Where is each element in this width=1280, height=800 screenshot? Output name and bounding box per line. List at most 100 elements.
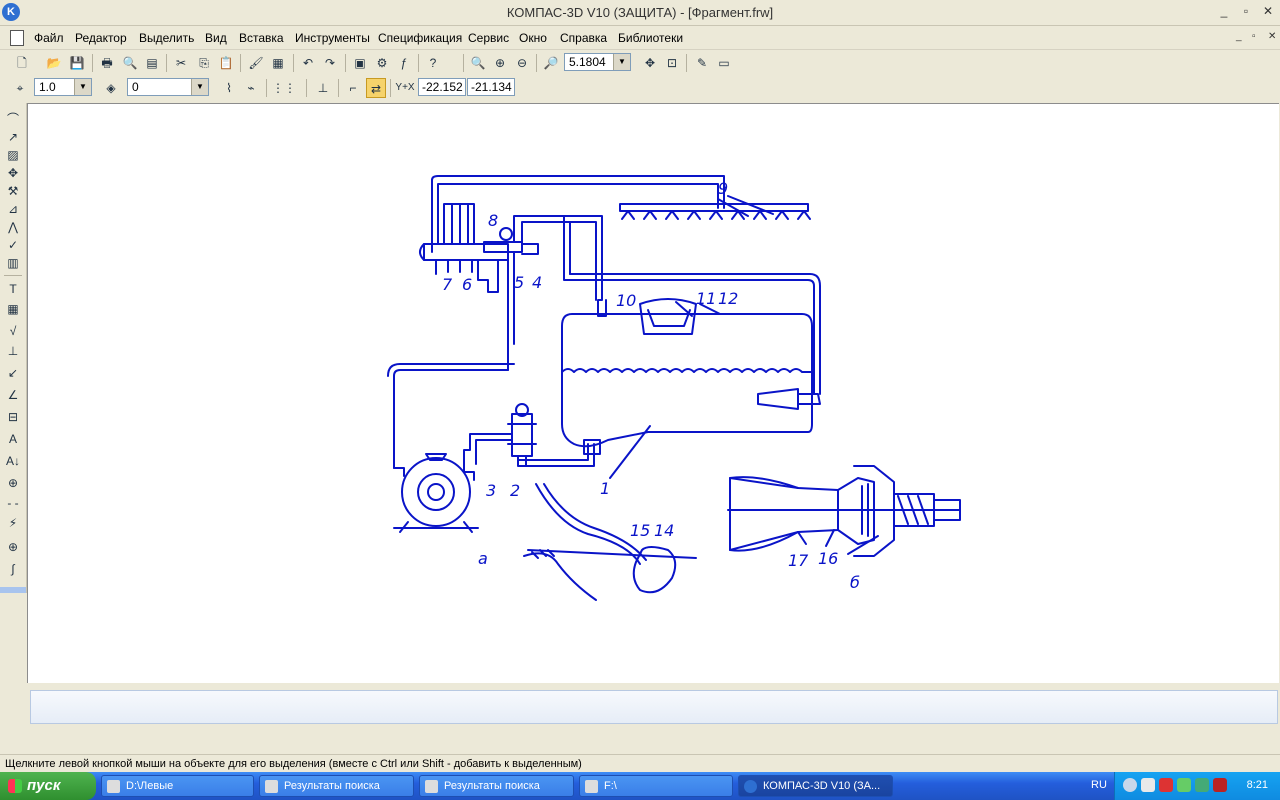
minimize-button[interactable]: _ (1216, 4, 1232, 18)
table-icon[interactable]: ▦ (3, 299, 23, 319)
cursor-step-icon[interactable]: ⌖ (10, 78, 30, 98)
grid-icon[interactable]: ⋮⋮ (272, 78, 296, 98)
library-manager-icon[interactable]: ⚙ (372, 53, 392, 73)
tray-antivirus-icon[interactable] (1159, 778, 1173, 792)
geometry-icon[interactable]: ⌒ (3, 109, 23, 129)
menu-view[interactable]: Вид (205, 31, 227, 45)
variables-icon[interactable]: ƒ (394, 53, 414, 73)
paste-icon[interactable]: 📋 (216, 53, 236, 73)
tolerance-icon[interactable]: ⊟ (3, 407, 23, 427)
mdi-restore-button[interactable]: ▫ (1252, 31, 1256, 42)
report-icon[interactable]: ▥ (3, 253, 23, 273)
menu-select[interactable]: Выделить (139, 31, 194, 45)
menu-service[interactable]: Сервис (468, 31, 509, 45)
menu-help[interactable]: Справка (560, 31, 607, 45)
toolbar-footer (0, 587, 26, 593)
manager-icon[interactable]: ▣ (350, 53, 370, 73)
menu-editor[interactable]: Редактор (75, 31, 127, 45)
print-preview-icon[interactable]: 🔍 (120, 53, 140, 73)
menu-file[interactable]: Файл (34, 31, 64, 45)
dimensions-icon[interactable]: ↗ (3, 127, 23, 147)
task-drive-f[interactable]: F:\ (579, 775, 733, 797)
save-icon[interactable]: 💾 (67, 53, 87, 73)
zoom-in-icon[interactable]: ⊕ (490, 53, 510, 73)
tray-app-icon[interactable] (1177, 778, 1191, 792)
base-icon[interactable]: ⊥ (3, 341, 23, 361)
parametric-mode-icon[interactable]: ⇄ (366, 78, 386, 98)
open-file-icon[interactable]: 📂 (44, 53, 64, 73)
roughness-icon[interactable]: √ (3, 321, 23, 341)
leader-icon[interactable]: ↙ (3, 363, 23, 383)
local-cs-icon[interactable]: ⊥ (313, 78, 333, 98)
step-combo[interactable]: 1.0 ▼ (34, 78, 92, 96)
fragment-drawing[interactable]: 1 2 3 4 5 6 7 8 9 10 11 12 14 15 16 17 а… (28, 104, 1279, 683)
tray-expand-icon[interactable] (1123, 778, 1137, 792)
page-setup-icon[interactable]: ▤ (142, 53, 162, 73)
chevron-down-icon[interactable]: ▼ (613, 54, 630, 70)
print-icon[interactable]: 🖶 (97, 53, 117, 73)
context-help-icon[interactable]: ? (423, 53, 443, 73)
pan-icon[interactable]: ✥ (640, 53, 660, 73)
spec-icon[interactable]: ✓ (3, 235, 23, 255)
menu-window[interactable]: Окно (519, 31, 547, 45)
language-indicator[interactable]: RU (1091, 779, 1107, 791)
tray-app-icon[interactable] (1213, 778, 1227, 792)
chevron-down-icon[interactable]: ▼ (191, 79, 208, 95)
cut-icon[interactable]: ✂ (171, 53, 191, 73)
measure-icon[interactable]: ⊿ (3, 199, 23, 219)
layers-icon[interactable]: ◈ (101, 78, 121, 98)
task-kompas[interactable]: КОМПАС-3D V10 (ЗА... (738, 775, 893, 797)
tray-app-icon[interactable] (1195, 778, 1209, 792)
center-mark-icon[interactable]: ⊕ (3, 537, 23, 557)
coord-x-field[interactable]: -22.152 (418, 78, 466, 96)
properties-icon[interactable]: ▦ (268, 53, 288, 73)
undo-icon[interactable]: ↶ (298, 53, 318, 73)
format-painter-icon[interactable]: 🖌 (246, 53, 266, 73)
parametrization-icon[interactable]: ⚒ (3, 181, 23, 201)
document-icon[interactable] (10, 30, 24, 46)
menu-libraries[interactable]: Библиотеки (618, 31, 683, 45)
axis-icon[interactable]: ⊕ (3, 473, 23, 493)
menu-specification[interactable]: Спецификация (378, 31, 462, 45)
task-search-2[interactable]: Результаты поиска (419, 775, 574, 797)
show-all-icon[interactable]: ⊡ (662, 53, 682, 73)
maximize-button[interactable]: ▫ (1238, 4, 1254, 18)
symbols-icon[interactable]: ▨ (3, 145, 23, 165)
new-file-icon[interactable]: 🗋 (12, 53, 32, 73)
clock[interactable]: 8:21 (1247, 779, 1268, 791)
drawing-label: 6 (462, 275, 472, 294)
break-line-icon[interactable]: ∫ (3, 559, 23, 579)
position-leader-icon[interactable]: ∠ (3, 385, 23, 405)
zoom-combo[interactable]: 5.1804 ▼ (564, 53, 631, 71)
mdi-close-button[interactable]: ✕ (1268, 31, 1276, 42)
layer-combo[interactable]: 0 ▼ (127, 78, 209, 96)
snap-local-icon[interactable]: ⌇ (219, 78, 239, 98)
tray-network-icon[interactable] (1141, 778, 1155, 792)
chevron-down-icon[interactable]: ▼ (74, 79, 91, 95)
display-icon[interactable]: ▭ (714, 53, 734, 73)
menu-tools[interactable]: Инструменты (295, 31, 370, 45)
menu-insert[interactable]: Вставка (239, 31, 284, 45)
mdi-minimize-button[interactable]: _ (1236, 31, 1242, 42)
snap-global-icon[interactable]: ⌁ (241, 78, 261, 98)
regenerate-icon[interactable]: ✎ (692, 53, 712, 73)
editing-icon[interactable]: ✥ (3, 163, 23, 183)
zoom-window-icon[interactable]: 🔍 (468, 53, 488, 73)
wave-line-icon[interactable]: ⚡ (3, 513, 23, 533)
cut-line-icon[interactable]: A (3, 429, 23, 449)
zoom-out-icon[interactable]: ⊖ (512, 53, 532, 73)
task-search-1[interactable]: Результаты поиска (259, 775, 414, 797)
drawing-canvas[interactable]: 1 2 3 4 5 6 7 8 9 10 11 12 14 15 16 17 а… (27, 103, 1279, 683)
copy-icon[interactable]: ⎘ (194, 53, 214, 73)
centerline-icon[interactable]: - - (3, 493, 23, 513)
close-button[interactable]: ✕ (1260, 4, 1276, 18)
zoom-scale-icon[interactable]: 🔎 (541, 53, 561, 73)
redo-icon[interactable]: ↷ (320, 53, 340, 73)
text-icon[interactable]: T (3, 279, 23, 299)
coord-y-field[interactable]: -21.134 (467, 78, 515, 96)
ortho-mode-icon[interactable]: ⌐ (343, 78, 363, 98)
select-icon[interactable]: ⋀ (3, 217, 23, 237)
task-explorer[interactable]: D:\Левые (101, 775, 254, 797)
view-arrow-icon[interactable]: A↓ (3, 451, 23, 471)
start-button[interactable]: пуск (0, 772, 96, 800)
